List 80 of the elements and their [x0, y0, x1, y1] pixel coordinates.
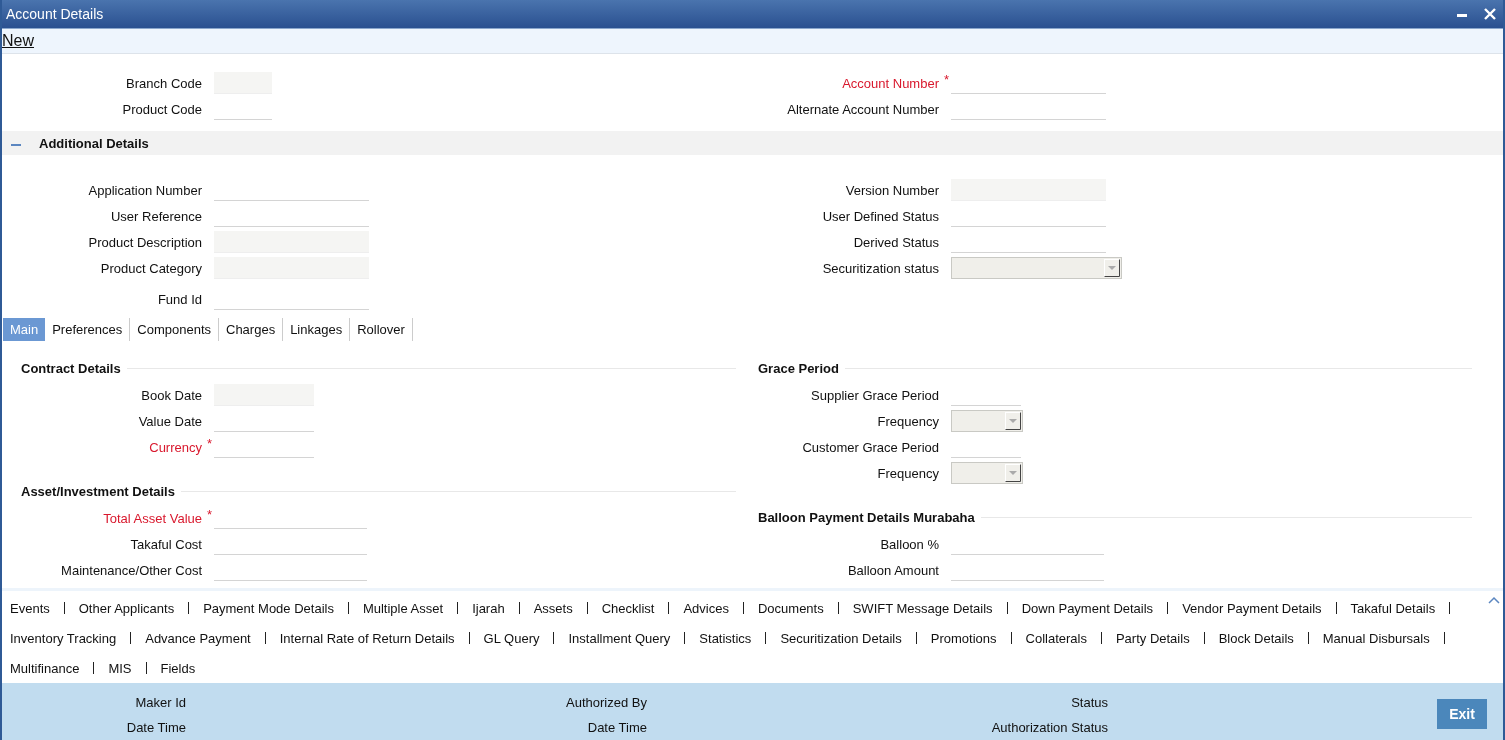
field-label: Product Description: [88, 234, 202, 250]
dropdown-arrow-icon[interactable]: [1005, 412, 1021, 430]
audit-label: Date Time: [587, 720, 647, 735]
tab[interactable]: Rollover: [350, 318, 413, 341]
exit-button[interactable]: Exit: [1437, 699, 1487, 729]
field-label: Frequency: [877, 413, 939, 429]
subscreen-link[interactable]: Payment Mode Details: [203, 600, 334, 616]
section-title: Balloon Payment Details Murabaha: [758, 510, 975, 525]
subscreen-link[interactable]: GL Query: [483, 630, 540, 646]
required-mark: *: [943, 71, 949, 87]
subscreen-link[interactable]: SWIFT Message Details: [852, 600, 993, 616]
subscreen-link[interactable]: Advices: [683, 600, 729, 616]
close-icon[interactable]: [1483, 7, 1497, 21]
dropdown-arrow-icon[interactable]: [1104, 259, 1120, 277]
subscreen-link[interactable]: Statistics: [699, 630, 752, 646]
tab[interactable]: Charges: [219, 318, 284, 341]
field-label: Application Number: [88, 182, 202, 198]
field-label: Customer Grace Period: [802, 439, 939, 455]
field-label: Derived Status: [853, 234, 939, 250]
subscreen-link[interactable]: Installment Query: [568, 630, 671, 646]
audit-label: Authorized By: [566, 695, 647, 710]
section-title: Additional Details: [39, 135, 149, 151]
subscreen-link[interactable]: Ijarah: [472, 600, 505, 616]
subscreen-link[interactable]: Securitization Details: [780, 630, 902, 646]
audit-label: Status: [1071, 695, 1108, 710]
field-label: Product Category: [100, 260, 202, 276]
section-title: Contract Details: [21, 361, 121, 376]
field-label: User Reference: [110, 208, 202, 224]
subscreen-link[interactable]: Checklist: [601, 600, 655, 616]
subscreen-link[interactable]: Advance Payment: [145, 630, 251, 646]
subscreen-link[interactable]: Promotions: [930, 630, 997, 646]
field-label: Branch Code: [126, 75, 202, 91]
subscreen-link[interactable]: Other Applicants: [78, 600, 175, 616]
field-label: User Defined Status: [822, 208, 939, 224]
field-label: Securitization status: [822, 260, 939, 276]
audit-label: Date Time: [126, 720, 186, 735]
section-title: Grace Period: [758, 361, 839, 376]
window-title: Account Details: [6, 6, 104, 22]
field-label: Maintenance/Other Cost: [61, 562, 202, 578]
field-label: Value Date: [138, 413, 202, 429]
subscreen-link[interactable]: Inventory Tracking: [10, 630, 117, 646]
field-label: Product Code: [122, 101, 202, 117]
dropdown-arrow-icon[interactable]: [1005, 464, 1021, 482]
subscreen-link[interactable]: Block Details: [1218, 630, 1294, 646]
tab[interactable]: Components: [130, 318, 219, 341]
subscreen-link[interactable]: Assets: [533, 600, 573, 616]
subscreen-link[interactable]: Documents: [757, 600, 824, 616]
tab[interactable]: Preferences: [45, 318, 131, 341]
audit-label: Authorization Status: [991, 720, 1108, 735]
field-label: Takaful Cost: [130, 536, 202, 552]
subscreen-link[interactable]: Vendor Payment Details: [1182, 600, 1322, 616]
audit-label: Maker Id: [135, 695, 186, 710]
field-label: Account Number: [842, 75, 939, 91]
field-label: Version Number: [845, 182, 939, 198]
field-label: Supplier Grace Period: [811, 387, 939, 403]
subscreen-link[interactable]: Multifinance: [10, 660, 80, 676]
field-label: Total Asset Value: [103, 510, 202, 526]
field-label: Balloon Amount: [847, 562, 939, 578]
subscreen-link[interactable]: Events: [10, 600, 50, 616]
caret-up-icon[interactable]: [1488, 596, 1500, 604]
required-mark: *: [206, 506, 212, 522]
subscreen-link[interactable]: MIS: [108, 660, 132, 676]
subscreen-link[interactable]: Fields: [160, 660, 196, 676]
section-title: Asset/Investment Details: [21, 484, 175, 499]
field-label: Fund Id: [157, 291, 202, 307]
subscreen-link[interactable]: Takaful Details: [1350, 600, 1436, 616]
subscreen-link[interactable]: Internal Rate of Return Details: [279, 630, 455, 646]
field-label: Book Date: [141, 387, 202, 403]
subscreen-link[interactable]: Manual Disbursals: [1322, 630, 1430, 646]
new-link[interactable]: New: [2, 32, 34, 50]
required-mark: *: [206, 435, 212, 451]
tab[interactable]: Linkages: [283, 318, 351, 341]
subscreen-link[interactable]: Down Payment Details: [1021, 600, 1154, 616]
subscreen-link[interactable]: Collaterals: [1025, 630, 1087, 646]
field-label: Alternate Account Number: [787, 101, 939, 117]
subscreen-link[interactable]: Party Details: [1115, 630, 1190, 646]
field-label: Frequency: [877, 465, 939, 481]
subscreen-link[interactable]: Multiple Asset: [362, 600, 444, 616]
field-label: Balloon %: [880, 536, 939, 552]
field-label: Currency: [149, 439, 202, 455]
